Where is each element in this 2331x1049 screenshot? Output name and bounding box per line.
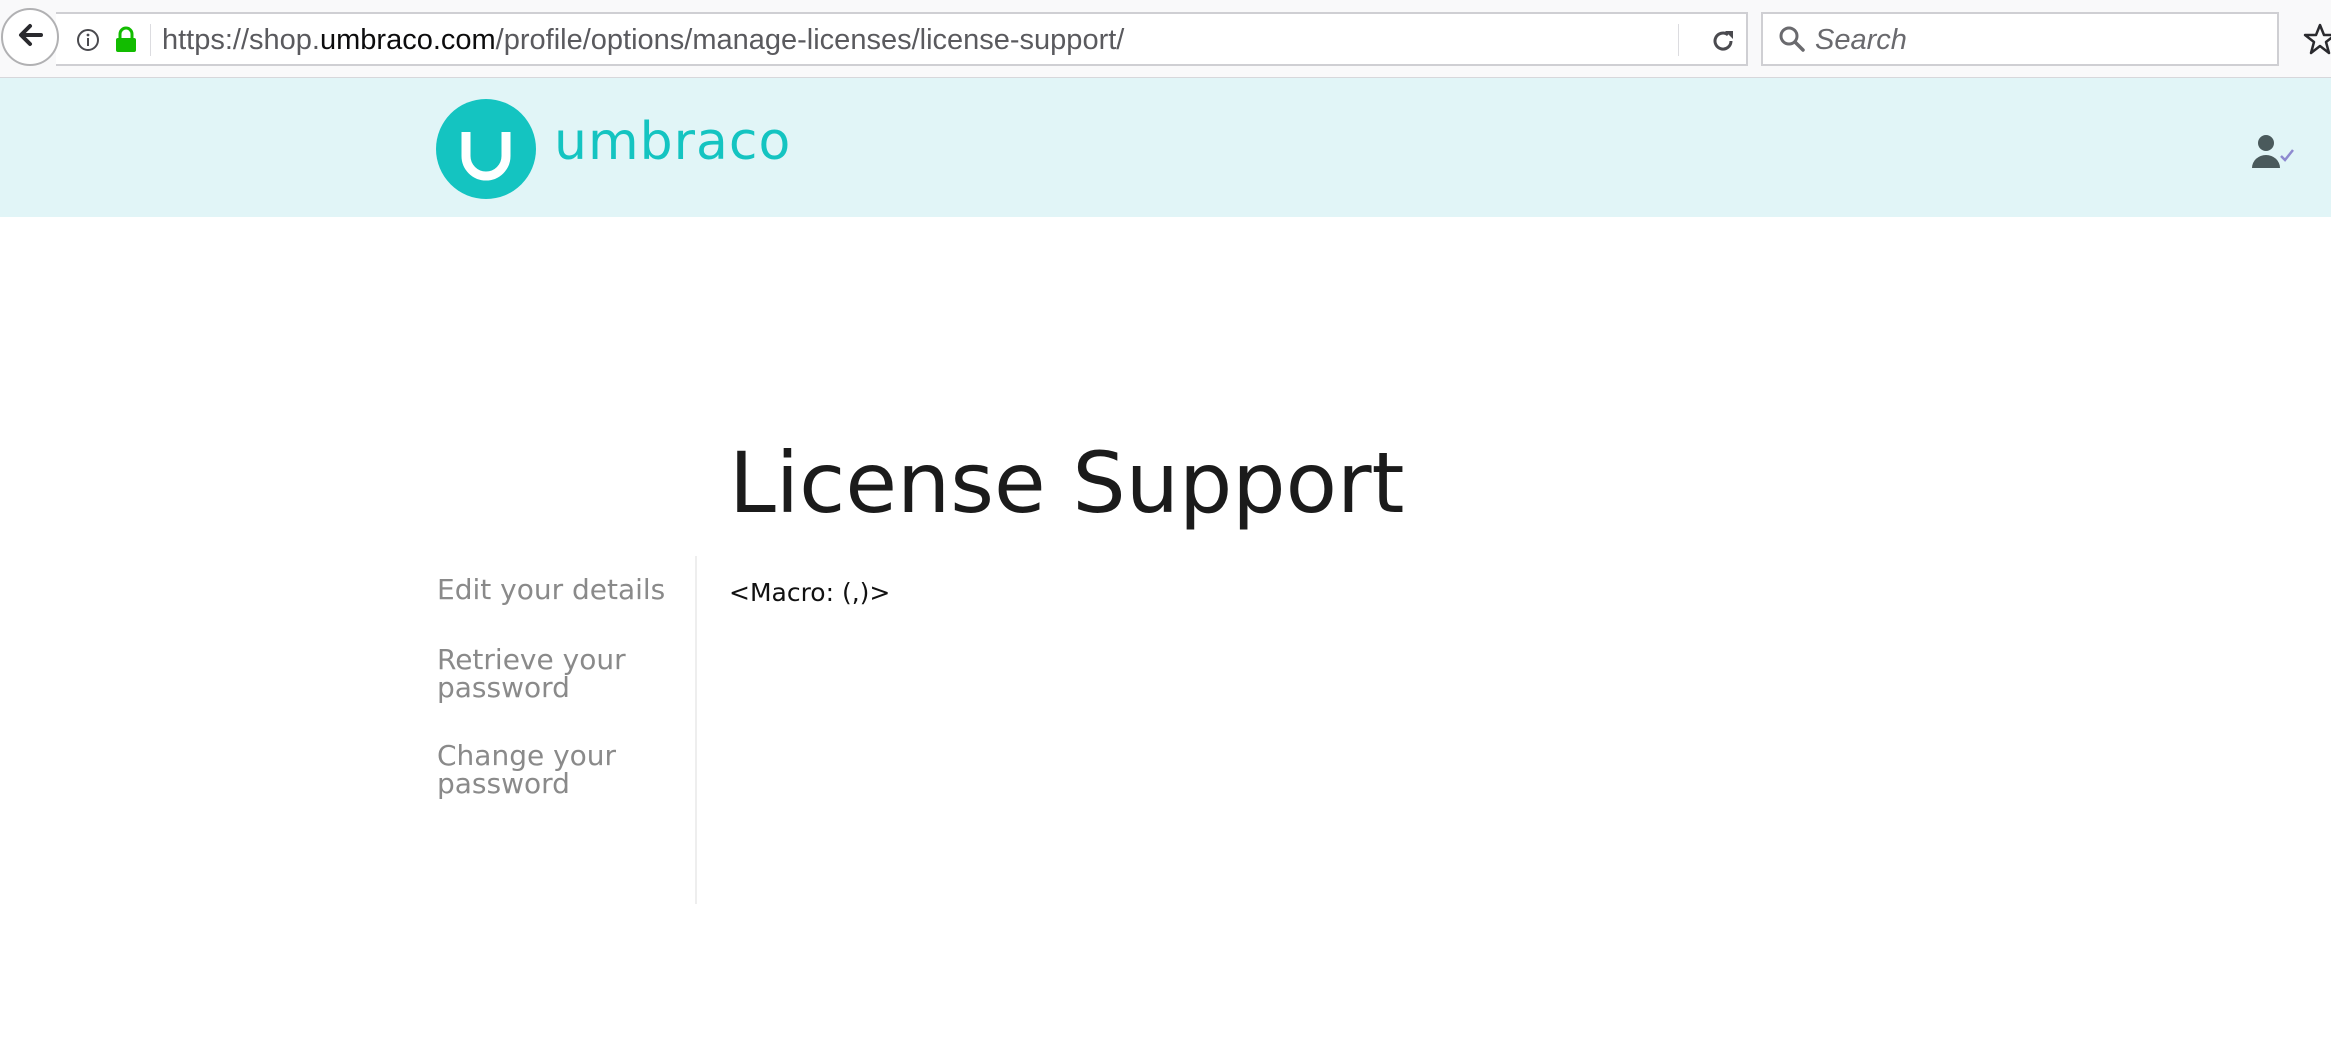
sidebar-item-retrieve-password[interactable]: Retrieve your password [437,646,677,702]
url-path: /profile/options/manage-licenses/license… [495,24,1125,56]
page-title: License Support [729,434,1405,532]
info-icon[interactable] [76,28,100,52]
star-icon[interactable] [2303,22,2331,56]
search-input[interactable] [1813,20,2257,60]
umbraco-logo-icon[interactable] [436,99,536,199]
sidebar-item-change-password[interactable]: Change your password [437,742,677,798]
profile-sidebar: Edit your details Retrieve your password… [437,556,697,904]
url-host: umbraco.com [320,24,496,56]
sidebar-item-edit-details[interactable]: Edit your details [437,576,677,604]
macro-placeholder-text: <Macro: (,)> [729,578,891,607]
site-header: umbraco [0,78,2331,217]
back-arrow-icon [15,20,45,55]
reload-divider [1678,24,1679,56]
back-button[interactable] [1,8,59,66]
url-divider [150,24,151,56]
address-bar[interactable]: https://shop.umbraco.com/profile/options… [56,12,1748,66]
user-icon[interactable] [2252,132,2296,172]
search-icon [1777,24,1807,54]
reload-icon[interactable] [1708,26,1738,56]
browser-toolbar: https://shop.umbraco.com/profile/options… [0,0,2331,78]
logo-wordmark[interactable]: umbraco [554,110,791,174]
lock-icon[interactable] [114,26,138,54]
url-text[interactable]: https://shop.umbraco.com/profile/options… [162,24,1124,56]
browser-search-box[interactable] [1761,12,2279,66]
url-prefix: https://shop. [162,24,320,56]
